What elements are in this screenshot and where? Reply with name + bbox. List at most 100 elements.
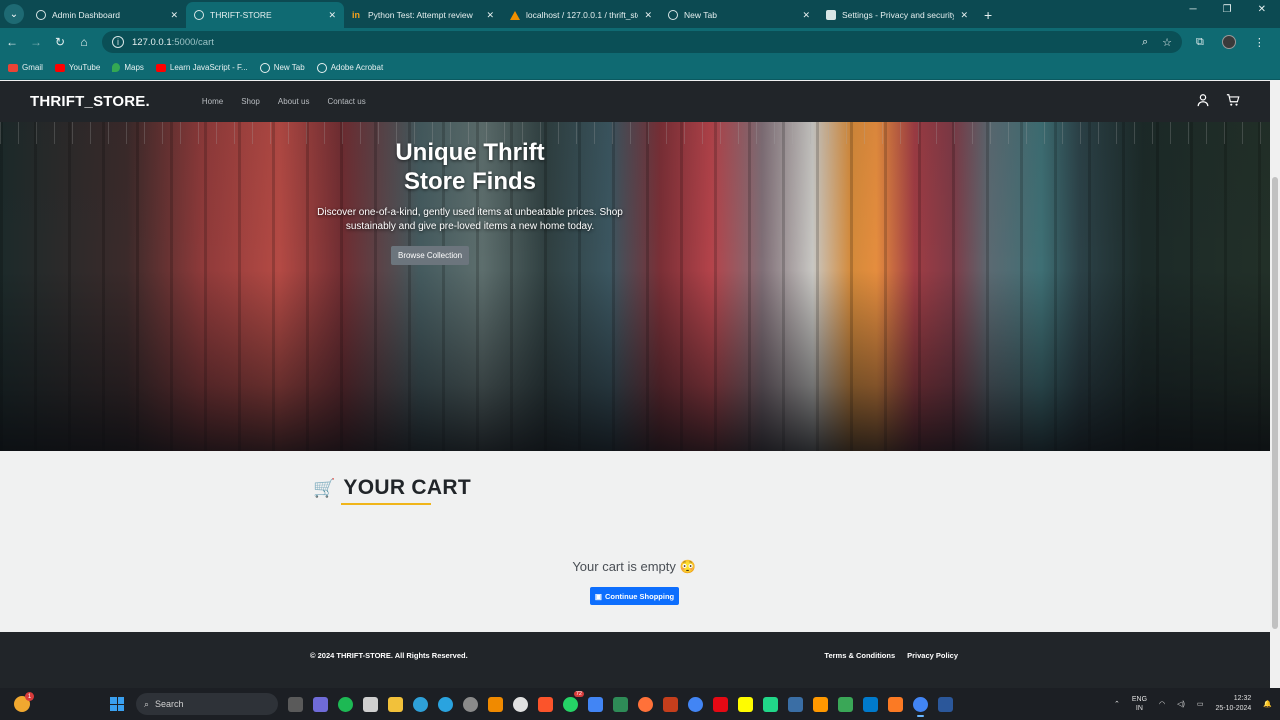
snapchat-icon[interactable] (738, 696, 753, 712)
tab-search-button[interactable]: ⌄ (4, 4, 24, 24)
scrollbar-thumb[interactable] (1272, 177, 1278, 629)
vscode-icon[interactable] (863, 696, 878, 712)
tray-overflow-icon[interactable]: ⌃ (1114, 700, 1120, 708)
bookmark-label: Gmail (22, 63, 43, 72)
back-icon[interactable]: ← (0, 35, 24, 49)
close-icon[interactable]: ✕ (802, 10, 810, 21)
gmail-icon (8, 63, 18, 72)
copilot-icon[interactable] (313, 696, 328, 712)
brave-icon[interactable] (538, 696, 553, 712)
globe-icon (316, 62, 327, 73)
site-navbar: THRIFT_STORE. Home Shop About us Contact… (0, 81, 1270, 122)
taskbar-search[interactable]: ⌕ Search (136, 693, 278, 715)
bookmark-gmail[interactable]: Gmail (8, 63, 43, 72)
sheets-icon[interactable] (613, 696, 628, 712)
browser-tab[interactable]: in Python Test: Attempt review ✕ (344, 2, 502, 28)
wifi-icon[interactable]: ◠ (1159, 700, 1165, 708)
in-logo-icon: in (352, 10, 360, 20)
reload-icon[interactable]: ↻ (48, 35, 72, 49)
user-icon[interactable] (1196, 93, 1210, 112)
home-icon[interactable]: ⌂ (72, 35, 96, 49)
youtube-icon (54, 63, 65, 72)
whatsapp-icon[interactable]: 72 (563, 690, 584, 712)
task-view-icon[interactable] (288, 696, 303, 712)
close-icon[interactable]: ✕ (328, 10, 336, 21)
media-player-icon[interactable] (513, 696, 528, 712)
netflix-icon[interactable] (713, 696, 728, 712)
continue-shopping-button[interactable]: ▣ Continue Shopping (590, 587, 679, 605)
browser-tab[interactable]: Settings - Privacy and security ✕ (818, 2, 976, 28)
notification-bell-icon[interactable]: 🔔 (1263, 700, 1272, 708)
clock[interactable]: 12:32 25-10-2024 (1215, 694, 1251, 714)
browser-tab-active[interactable]: THRIFT-STORE ✕ (186, 2, 344, 28)
extensions-icon[interactable]: ⧉ (1196, 36, 1204, 49)
edge-icon[interactable] (413, 696, 428, 712)
xampp-icon (510, 10, 520, 20)
pycharm-icon[interactable] (763, 696, 778, 712)
globe-icon (36, 10, 46, 20)
sql-tool-icon[interactable] (788, 696, 803, 712)
chrome-icon[interactable] (688, 696, 703, 712)
nav-shop[interactable]: Shop (241, 97, 260, 106)
minimize-icon[interactable]: ─ (1190, 4, 1197, 15)
close-icon[interactable]: ✕ (960, 10, 968, 21)
telegram-icon[interactable] (438, 696, 453, 712)
nav-about[interactable]: About us (278, 97, 310, 106)
footer-privacy-link[interactable]: Privacy Policy (907, 651, 958, 660)
close-icon[interactable]: ✕ (486, 10, 494, 21)
browser-tab[interactable]: Admin Dashboard ✕ (28, 2, 186, 28)
nav-contact[interactable]: Contact us (327, 97, 365, 106)
meet-icon[interactable] (838, 696, 853, 712)
file-explorer-icon[interactable] (388, 696, 403, 712)
chrome-active-icon[interactable] (913, 696, 928, 717)
forward-icon[interactable]: → (24, 35, 48, 49)
bookmark-youtube[interactable]: YouTube (54, 63, 100, 72)
url-bar[interactable]: i 127.0.0.1:5000/cart ⌕ ☆ (102, 31, 1182, 53)
bookmark-label: New Tab (273, 63, 305, 72)
site-info-icon[interactable]: i (112, 36, 124, 48)
bookmark-learn-javascript[interactable]: Learn JavaScript - F... (155, 63, 248, 72)
close-icon[interactable]: ✕ (170, 10, 178, 21)
menu-kebab-icon[interactable]: ⋮ (1254, 36, 1265, 49)
volume-icon[interactable]: ◁) (1177, 700, 1185, 708)
footer-terms-link[interactable]: Terms & Conditions (824, 651, 895, 660)
powerpoint-icon[interactable] (663, 696, 678, 712)
sublime-icon[interactable] (813, 696, 828, 712)
spotify-icon[interactable] (338, 696, 353, 712)
firefox-icon[interactable] (638, 696, 653, 712)
windows-start-icon[interactable] (110, 697, 124, 711)
address-toolbar: ← → ↻ ⌂ i 127.0.0.1:5000/cart ⌕ ☆ ⧉ ⋮ (0, 28, 1280, 56)
browse-collection-button[interactable]: Browse Collection (390, 246, 470, 265)
close-icon[interactable]: ✕ (644, 10, 652, 21)
word-icon[interactable] (938, 696, 953, 712)
new-tab-button[interactable]: + (984, 7, 992, 23)
close-window-icon[interactable]: ✕ (1258, 4, 1266, 15)
gear-icon (826, 10, 836, 20)
store-icon[interactable] (363, 696, 378, 712)
clock-date: 25-10-2024 (1215, 705, 1252, 712)
restore-icon[interactable]: ❐ (1223, 4, 1232, 15)
vlc-icon[interactable] (488, 696, 503, 712)
url-text[interactable]: 127.0.0.1:5000/cart (132, 37, 1134, 48)
bookmark-label: Learn JavaScript - F... (169, 63, 248, 72)
cart-icon[interactable] (1226, 93, 1240, 112)
bookmark-star-icon[interactable]: ☆ (1162, 36, 1172, 49)
bookmark-new-tab[interactable]: New Tab (259, 62, 305, 73)
zoom-icon[interactable]: ⌕ (1142, 36, 1148, 49)
nav-home[interactable]: Home (202, 97, 223, 106)
xampp-icon[interactable] (888, 696, 903, 712)
language-indicator[interactable]: ENG IN (1132, 695, 1147, 713)
bookmark-maps[interactable]: Maps (112, 63, 144, 72)
settings-icon[interactable] (463, 696, 478, 712)
search-icon: ⌕ (144, 698, 150, 709)
site-brand[interactable]: THRIFT_STORE. (30, 93, 150, 110)
taskbar-search-label: Search (155, 699, 184, 709)
page-scrollbar[interactable] (1270, 81, 1280, 688)
battery-icon[interactable]: ▭ (1197, 700, 1204, 708)
browser-tab[interactable]: New Tab ✕ (660, 2, 818, 28)
browser-tab[interactable]: localhost / 127.0.0.1 / thrift_sto ✕ (502, 2, 660, 28)
bookmark-adobe-acrobat[interactable]: Adobe Acrobat (316, 62, 383, 73)
profile-avatar[interactable] (1221, 35, 1236, 49)
photos-icon[interactable] (588, 696, 603, 712)
weather-widget-icon[interactable]: 1 (14, 692, 34, 712)
